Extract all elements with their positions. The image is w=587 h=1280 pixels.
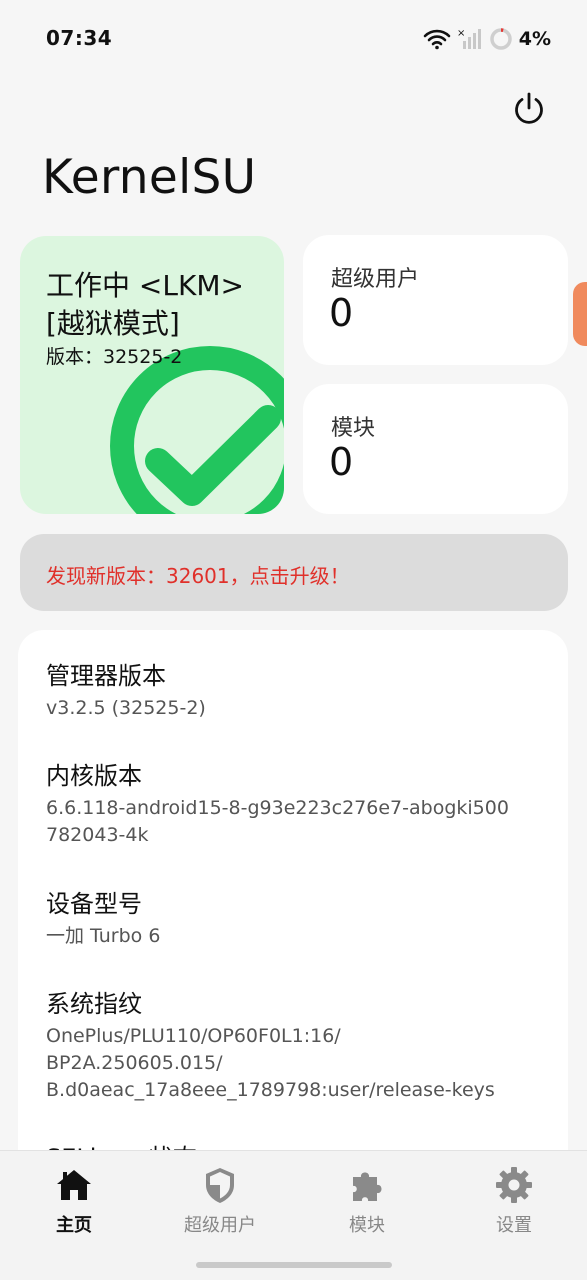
manager-version-value: v3.2.5 (32525-2): [46, 697, 206, 719]
kernel-version-line-1: 6.6.118-android15-8-g93e223c276e7-abogki…: [46, 797, 509, 819]
status-card[interactable]: 工作中 <LKM> [越狱模式] 版本：32525-2: [20, 236, 284, 514]
modules-count: 0: [329, 440, 354, 484]
nav-modules[interactable]: 模块: [307, 1165, 427, 1237]
nav-home[interactable]: 主页: [14, 1165, 134, 1237]
home-indicator[interactable]: [196, 1262, 392, 1268]
info-card: 管理器版本 v3.2.5 (32525-2) 内核版本 6.6.118-andr…: [18, 630, 568, 1190]
superuser-count: 0: [329, 291, 354, 335]
update-text: 发现新版本：32601，点击升级！: [46, 564, 350, 588]
home-icon: [57, 1170, 91, 1200]
device-model-title: 设备型号: [46, 890, 142, 918]
battery-percent: 4%: [518, 28, 551, 50]
app-title: KernelSU: [42, 150, 257, 205]
status-bar: 07:34 × 4%: [0, 0, 587, 80]
kernel-version-item: 内核版本 6.6.118-android15-8-g93e223c276e7-a…: [46, 756, 546, 849]
status-time: 07:34: [46, 26, 113, 50]
update-banner[interactable]: 发现新版本：32601，点击升级！: [20, 534, 568, 611]
puzzle-icon: [353, 1172, 382, 1201]
fingerprint-title: 系统指纹: [46, 990, 142, 1018]
bottom-nav: 主页 超级用户 模块 设置: [0, 1150, 587, 1280]
nav-superuser[interactable]: 超级用户: [160, 1165, 280, 1237]
battery-ring-icon: [489, 28, 512, 50]
manager-version-title: 管理器版本: [46, 662, 166, 690]
edge-panel-handle[interactable]: [573, 282, 587, 346]
nav-settings[interactable]: 设置: [454, 1165, 574, 1237]
signal-off-icon: ×: [457, 28, 481, 49]
gear-icon: [496, 1167, 532, 1203]
modules-count-card[interactable]: 模块 0: [303, 384, 568, 514]
screen: 07:34 × 4% KernelSU 工作中 <LKM> [越狱模式] 版本：…: [0, 0, 587, 1280]
fingerprint-line-1: OnePlus/PLU110/OP60F0L1:16/: [46, 1025, 341, 1047]
kernel-version-title: 内核版本: [46, 762, 142, 790]
kernel-version-line-2: 782043-4k: [46, 824, 149, 846]
working-status: 工作中 <LKM>: [46, 269, 244, 302]
power-button[interactable]: [508, 88, 550, 130]
power-icon: [515, 92, 543, 124]
fingerprint-line-3: B.d0aeac_17a8eee_1789798:user/release-ke…: [46, 1079, 495, 1101]
modules-label: 模块: [331, 416, 376, 441]
shield-icon: [206, 1168, 234, 1203]
fingerprint-line-2: BP2A.250605.015/: [46, 1052, 223, 1074]
ksu-version: 版本：32525-2: [46, 346, 183, 368]
status-icons: × 4%: [423, 24, 551, 54]
superuser-label: 超级用户: [331, 267, 420, 292]
nav-superuser-label: 超级用户: [184, 1215, 256, 1236]
svg-text:×: ×: [457, 28, 465, 39]
nav-home-label: 主页: [56, 1215, 92, 1236]
jailbreak-mode: [越狱模式]: [46, 307, 180, 340]
device-model-item: 设备型号 一加 Turbo 6: [46, 884, 546, 950]
device-model-value: 一加 Turbo 6: [46, 925, 161, 947]
manager-version-item: 管理器版本 v3.2.5 (32525-2): [46, 656, 546, 722]
superuser-count-card[interactable]: 超级用户 0: [303, 235, 568, 365]
wifi-icon: [423, 29, 451, 50]
fingerprint-item: 系统指纹 OnePlus/PLU110/OP60F0L1:16/ BP2A.25…: [46, 984, 546, 1104]
nav-settings-label: 设置: [496, 1215, 532, 1236]
nav-modules-label: 模块: [349, 1215, 385, 1236]
